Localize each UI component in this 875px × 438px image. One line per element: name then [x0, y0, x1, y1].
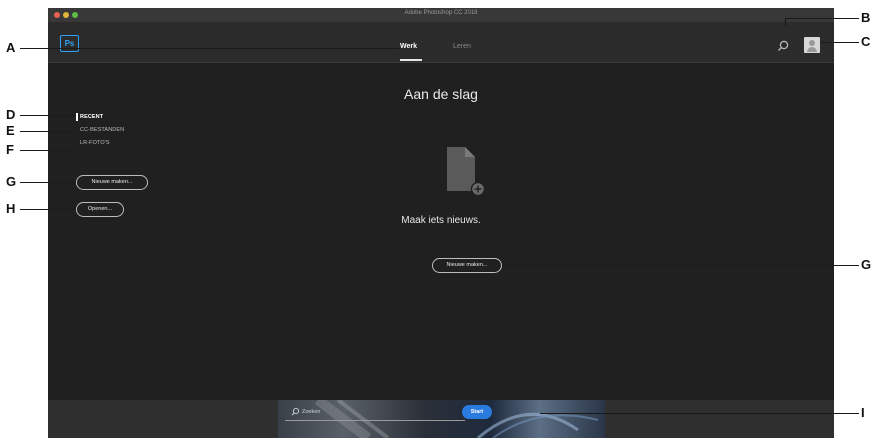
callout-label-a: A: [6, 40, 16, 55]
callout-label-e: E: [6, 123, 15, 138]
callout-line-c: [821, 42, 859, 44]
sidebar-item-lr-fotos[interactable]: LR-FOTO'S: [80, 140, 110, 146]
recent-active-indicator: [76, 113, 78, 121]
bottom-search-underline: [285, 420, 465, 421]
active-tab-indicator: [400, 59, 422, 61]
bottom-bar: [48, 400, 834, 438]
callout-label-b: B: [861, 10, 871, 25]
search-icon[interactable]: [776, 39, 790, 53]
callout-line-h: [20, 209, 76, 211]
tab-werk[interactable]: Werk: [400, 43, 417, 50]
callout-label-g-left: G: [6, 174, 17, 189]
sidebar-item-cc-bestanden[interactable]: CC-BESTANDEN: [80, 127, 124, 133]
user-avatar-icon[interactable]: [804, 37, 820, 53]
new-document-icon: [447, 147, 485, 197]
callout-label-g-right: G: [861, 257, 872, 272]
create-prompt-text: Maak iets nieuws.: [401, 215, 481, 226]
callout-label-c: C: [861, 34, 871, 49]
callout-line-g-left: [20, 182, 76, 184]
tab-leren[interactable]: Leren: [453, 43, 471, 50]
callout-label-h: H: [6, 201, 16, 216]
top-bar: Ps Werk Leren: [48, 22, 834, 63]
page-title: Aan de slag: [404, 86, 478, 102]
start-button[interactable]: Start: [462, 405, 492, 419]
callout-line-g-right: [502, 265, 859, 267]
callout-line-a: [20, 48, 399, 50]
callout-line-i: [540, 413, 859, 415]
callout-line-b-drop: [785, 18, 787, 26]
sidebar-new-button[interactable]: Nieuwe maken...: [76, 175, 148, 190]
sidebar-item-recent[interactable]: RECENT: [80, 114, 103, 120]
photoshop-window: Adobe Photoshop CC 2018 Ps Werk Leren RE…: [48, 8, 834, 438]
main-new-button[interactable]: Nieuwe maken...: [432, 258, 502, 273]
callout-label-d: D: [6, 107, 16, 122]
bottom-banner-image: [278, 400, 605, 438]
callout-line-e: [20, 131, 76, 133]
callout-label-i: I: [861, 405, 865, 420]
bottom-search-icon[interactable]: [291, 407, 300, 416]
photoshop-logo[interactable]: Ps: [60, 35, 79, 52]
callout-line-d: [20, 115, 76, 117]
callout-line-b: [785, 18, 859, 20]
bottom-search-input[interactable]: Zoeken: [302, 409, 320, 415]
callout-label-f: F: [6, 142, 14, 157]
callout-line-f: [20, 150, 76, 152]
window-title: Adobe Photoshop CC 2018: [404, 10, 478, 16]
title-bar: Adobe Photoshop CC 2018: [48, 8, 834, 22]
